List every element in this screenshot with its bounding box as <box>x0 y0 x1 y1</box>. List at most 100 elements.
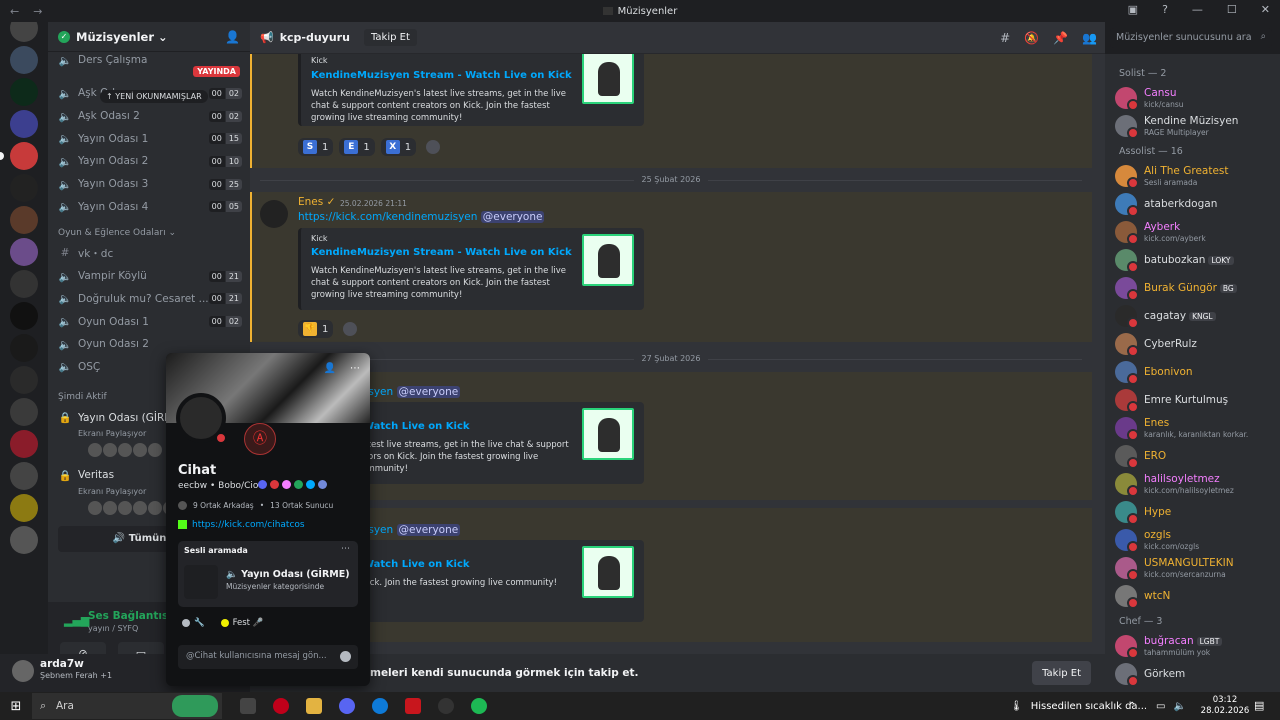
server-icon[interactable] <box>10 78 38 106</box>
badge-icon[interactable] <box>318 480 327 489</box>
mutual-info[interactable]: 9 Ortak Arkadaş • 13 Ortak Sunucu <box>178 501 333 510</box>
mutual-friends[interactable]: 9 Ortak Arkadaş <box>193 501 254 510</box>
author-name[interactable]: Enes ✓ <box>298 196 335 208</box>
member-item[interactable]: Görkem <box>1105 660 1280 688</box>
threads-icon[interactable]: # <box>1000 31 1010 45</box>
reaction[interactable]: E1 <box>339 138 375 156</box>
channel-item[interactable]: 🔈 Aşk Odası 2 00 02 <box>48 105 250 128</box>
minimize-button[interactable]: — <box>1192 3 1203 16</box>
server-icon[interactable] <box>10 22 38 42</box>
status-item[interactable]: Fest 🎤 <box>220 618 263 628</box>
server-icon[interactable] <box>10 174 38 202</box>
notifications-muted-icon[interactable]: 🔕 <box>1024 31 1039 45</box>
everyone-mention[interactable]: @everyone <box>480 211 545 223</box>
follow-button[interactable]: Takip Et <box>363 29 417 46</box>
badge-icon[interactable] <box>270 480 279 489</box>
reaction[interactable]: 👎 1 <box>298 320 334 338</box>
search-input[interactable]: Müzisyenler sunucusunu ara ⌕ <box>1110 28 1272 48</box>
server-icon[interactable] <box>10 526 38 554</box>
embed-thumbnail[interactable] <box>582 54 634 104</box>
server-icon[interactable] <box>10 46 38 74</box>
member-item[interactable]: Emre Kurtulmuş <box>1105 386 1280 414</box>
weather-widget[interactable]: 🌡 Hissedilen sıcaklık da... <box>1010 692 1147 720</box>
embed-thumbnail[interactable] <box>582 408 634 460</box>
server-icon[interactable] <box>10 366 38 394</box>
badge-icon[interactable] <box>294 480 303 489</box>
everyone-mention[interactable]: @everyone <box>396 524 461 536</box>
opera-icon[interactable] <box>273 698 289 714</box>
member-item[interactable]: ozgls kick.com/ozgls <box>1105 526 1280 554</box>
channel-item[interactable]: 🔈 Yayın Odası 3 00 25 <box>48 173 250 196</box>
connected-account[interactable]: https://kick.com/cihatcos <box>178 520 305 530</box>
member-item[interactable]: wtcN <box>1105 582 1280 610</box>
maximize-button[interactable]: ☐ <box>1227 3 1237 16</box>
voice-activity-card[interactable]: Sesli aramada ⋯ 🔈 Yayın Odası (GİRME) Mü… <box>178 541 358 607</box>
channel-item[interactable]: 🔈 Yayın Odası 2 00 10 <box>48 150 250 173</box>
server-icon[interactable] <box>10 398 38 426</box>
member-item[interactable]: Kendine Müzisyen RAGE Multiplayer <box>1105 112 1280 140</box>
mutual-servers[interactable]: 13 Ortak Sunucu <box>270 501 333 510</box>
server-icon[interactable] <box>0 142 38 170</box>
channel-item[interactable]: # vk・dc <box>48 242 250 265</box>
member-item[interactable]: ataberkdogan <box>1105 190 1280 218</box>
channel-item[interactable]: 🔈 Doğruluk mu? Cesaret ... 00 21 <box>48 288 250 311</box>
reaction[interactable]: S1 <box>298 138 334 156</box>
taskbar-clock[interactable]: 03:12 28.02.2026 <box>1200 695 1250 717</box>
member-item[interactable]: cagatay KNGL <box>1105 302 1280 330</box>
embed-title[interactable]: KendineMuzisyen Stream - Watch Live on K… <box>311 70 572 81</box>
follow-button[interactable]: Takip Et <box>1032 661 1091 685</box>
screen-share-button[interactable]: ▭ <box>118 642 164 654</box>
taskbar-search[interactable]: ⌕ Ara <box>32 693 222 719</box>
embed-thumbnail[interactable] <box>582 234 634 286</box>
network-icon[interactable]: ▭ <box>1156 701 1165 712</box>
windows-start-icon[interactable]: ⊞ <box>0 699 32 714</box>
member-list-icon[interactable]: 👥 <box>1082 31 1097 45</box>
badge-icon[interactable] <box>258 480 267 489</box>
file-explorer-icon[interactable] <box>306 698 322 714</box>
app-icon[interactable] <box>405 698 421 714</box>
server-icon[interactable] <box>10 334 38 362</box>
volume-icon[interactable]: 🔈 <box>1173 701 1185 712</box>
edge-icon[interactable] <box>372 698 388 714</box>
embed-title[interactable]: KendineMuzisyen Stream - Watch Live on K… <box>311 247 572 258</box>
emoji-icon[interactable] <box>340 651 351 662</box>
back-arrow-icon[interactable]: ← <box>10 5 19 18</box>
help-icon[interactable]: ? <box>1162 3 1168 16</box>
server-icon[interactable] <box>10 494 38 522</box>
server-icon[interactable] <box>10 270 38 298</box>
member-item[interactable]: batubozkan LOKY <box>1105 246 1280 274</box>
chevron-up-icon[interactable]: ⌃ <box>1128 701 1136 712</box>
add-friend-icon[interactable]: 👤 <box>324 363 336 374</box>
inbox-icon[interactable]: ▣ <box>1128 3 1138 16</box>
more-options-icon[interactable]: ⋯ <box>341 544 350 554</box>
badge-icon[interactable] <box>282 480 291 489</box>
member-item[interactable]: halilsoyletmez kick.com/halilsoyletmez <box>1105 470 1280 498</box>
channel-item[interactable]: 🔈 Vampir Köylü 00 21 <box>48 265 250 288</box>
badge-icon[interactable] <box>306 480 315 489</box>
add-reaction-icon[interactable] <box>426 140 441 154</box>
embed-thumbnail[interactable] <box>582 546 634 598</box>
member-item[interactable]: Cansu kick/cansu <box>1105 84 1280 112</box>
message-link[interactable]: https://kick.com/kendinemuzisyen <box>298 211 477 223</box>
member-item[interactable]: Hype <box>1105 498 1280 526</box>
member-item[interactable]: ERO <box>1105 442 1280 470</box>
voice-channel-path[interactable]: yayın / SYFQ <box>88 624 138 633</box>
camera-off-button[interactable]: ⊘ <box>60 642 106 654</box>
direct-message-input[interactable]: @Cihat kullanıcısına mesaj gön... <box>178 645 358 669</box>
profile-link[interactable]: https://kick.com/cihatcos <box>192 520 305 530</box>
top-channel-row[interactable]: 🔈 Ders Çalışma ↑ YENİ OKUNMAMIŞLAR YAYIND… <box>48 52 250 103</box>
notification-icon[interactable]: ▤ <box>1254 699 1264 712</box>
spotify-icon[interactable] <box>471 698 487 714</box>
more-options-icon[interactable]: ⋯ <box>350 363 360 374</box>
member-item[interactable]: CyberRulz <box>1105 330 1280 358</box>
member-item[interactable]: Enes karanlık, karanlıktan korkar. <box>1105 414 1280 442</box>
status-item[interactable]: 🔧 <box>182 618 205 628</box>
voice-card-channel[interactable]: 🔈 Yayın Odası (GİRME) <box>226 569 350 580</box>
server-icon[interactable] <box>10 206 38 234</box>
close-button[interactable]: ✕ <box>1261 3 1270 16</box>
pin-icon[interactable]: 📌 <box>1053 31 1068 45</box>
server-icon[interactable] <box>10 462 38 490</box>
member-item[interactable]: Ali The Greatest Sesli aramada <box>1105 162 1280 190</box>
guild-header[interactable]: ✓ Müzisyenler ⌄ 👤 <box>48 22 250 52</box>
author-avatar[interactable] <box>260 200 288 228</box>
